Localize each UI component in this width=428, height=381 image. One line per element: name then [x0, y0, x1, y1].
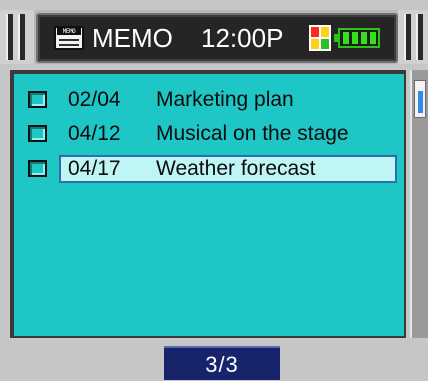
memo-checkbox[interactable]: [28, 125, 47, 142]
app-title: MEMO: [92, 23, 173, 53]
multicolor-window-icon: [309, 25, 331, 51]
memo-list: 02/04 Marketing plan 04/12 Musical on th…: [14, 74, 404, 336]
memo-icon-label: MEMO: [57, 28, 81, 35]
memo-item-selected[interactable]: 04/17 Weather forecast: [14, 153, 402, 185]
memo-app-icon: MEMO: [54, 26, 84, 50]
scrollbar-thumb[interactable]: [414, 80, 426, 118]
memo-item[interactable]: 04/12 Musical on the stage: [14, 118, 402, 150]
battery-icon: [334, 28, 380, 48]
title-bar: MEMO MEMO 12:00P: [0, 10, 428, 64]
footer-bar: 3/3: [0, 340, 428, 381]
memo-checkbox[interactable]: [28, 91, 47, 108]
memo-list-frame: 02/04 Marketing plan 04/12 Musical on th…: [10, 70, 406, 338]
title-panel: MEMO MEMO 12:00P: [36, 13, 398, 63]
memo-checkbox[interactable]: [28, 160, 47, 177]
memo-title: Marketing plan: [156, 88, 294, 111]
memo-date: 04/17: [68, 157, 121, 180]
page-indicator: 3/3: [164, 346, 280, 380]
left-grip-decoration: [0, 10, 34, 64]
page-indicator-label: 3/3: [205, 352, 239, 377]
memo-date: 04/12: [68, 122, 121, 145]
memo-title: Weather forecast: [156, 157, 316, 180]
clock-time: 12:00P: [201, 23, 284, 53]
memo-app: MEMO MEMO 12:00P 02/04 Marketing plan 04…: [0, 0, 428, 381]
right-grip-decoration: [398, 10, 428, 64]
scrollbar[interactable]: [410, 70, 428, 338]
memo-date: 02/04: [68, 88, 121, 111]
memo-title: Musical on the stage: [156, 122, 349, 145]
memo-item[interactable]: 02/04 Marketing plan: [14, 84, 402, 116]
